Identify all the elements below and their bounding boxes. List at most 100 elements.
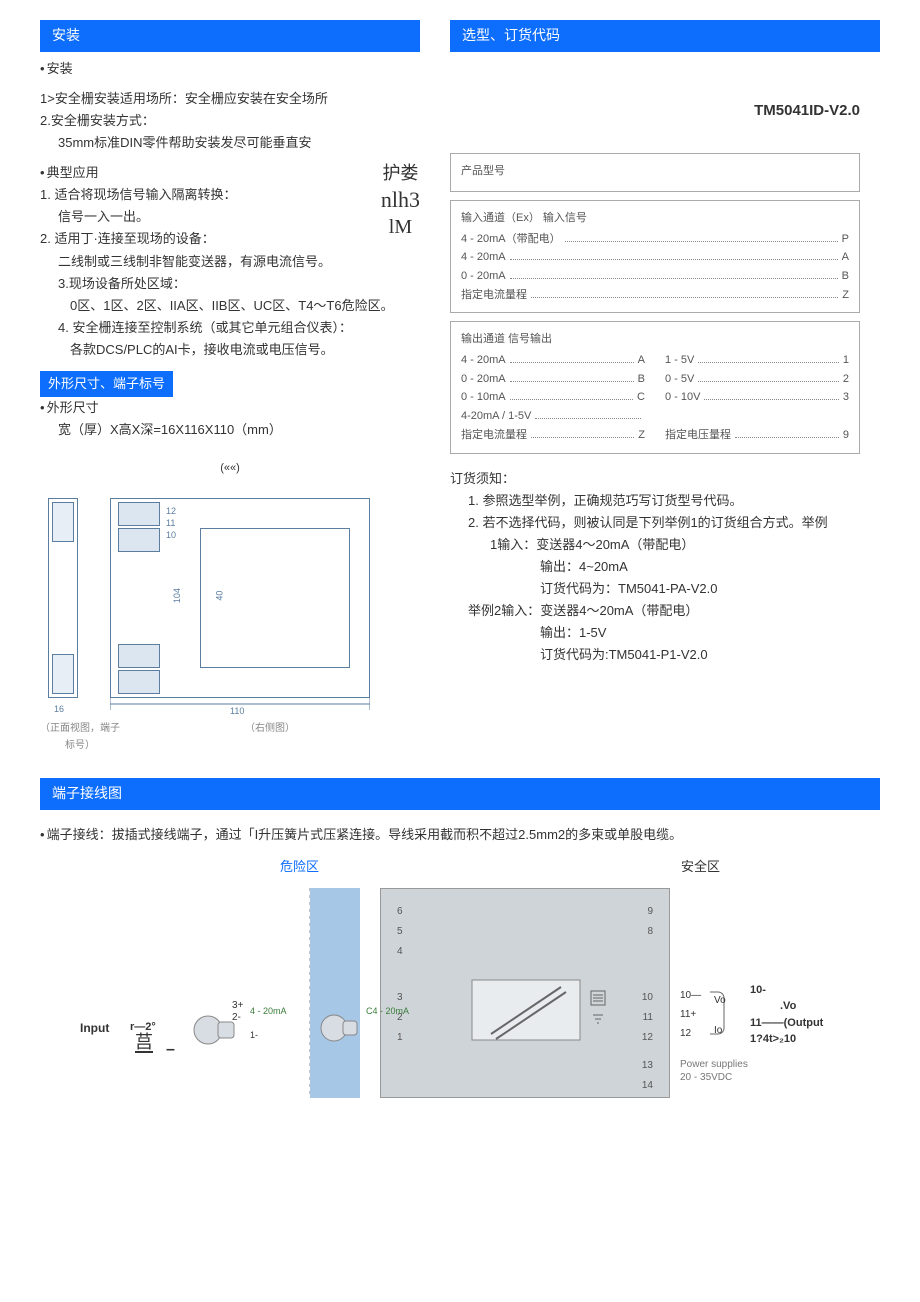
wiring-bullet: 端子接线：拔插式接线端子，通过「I升压簧片式压紧连接。导线采用截而积不超过2.5… xyxy=(40,827,682,842)
in-row-0-code: P xyxy=(842,230,849,249)
t14: 14 xyxy=(642,1077,653,1094)
out-l-2: 0 - 10mAC xyxy=(461,388,645,407)
stray-2: nlh3 xyxy=(381,186,420,215)
app3b: 0区、1区、2区、IIA区、IIB区、UC区、T4～T6危险区。 xyxy=(40,295,420,317)
t5: 5 xyxy=(397,923,403,940)
r11: 11——(Output xyxy=(750,1017,823,1029)
ex2a: 举例2输入：变送器4～20mA（带配电） xyxy=(450,600,880,622)
out-r-3 xyxy=(665,407,849,426)
ex1a: 1输入：变送器4～20mA（带配电） xyxy=(450,534,880,556)
wiring-figure: Input r—2° 莒 – 3+ 2- 4 - 20mA 1- 6 5 4 3… xyxy=(80,888,840,1118)
hazard-label: 危险区 xyxy=(280,856,319,878)
dim-bullet: 外形尺寸 xyxy=(40,400,99,415)
t4: 4 xyxy=(397,943,403,960)
out-r-0: 1 - 5V1 xyxy=(665,351,849,370)
out-r-4: 指定电压量程9 xyxy=(665,426,849,445)
app2: 2. 适用丁·连接至现场的设备： xyxy=(40,228,371,250)
order-header: 选型、订货代码 xyxy=(450,20,880,52)
app4: 4. 安全栅连接至控制系统（或其它单元组合仪表）： xyxy=(40,317,420,339)
transmitter-icon-2 xyxy=(318,1008,362,1048)
output-header: 输出通道 信号输出 xyxy=(461,330,849,349)
out-l-4-code: Z xyxy=(638,426,645,445)
notice-2: 2. 若不选择代码，则被认同是下列举例1的订货组合方式。举例 xyxy=(450,512,880,534)
t13: 13 xyxy=(642,1057,653,1074)
dim-line: 宽（厚）X高X深=16X116X110（mm） xyxy=(40,419,420,441)
stray-1: 护娄 xyxy=(381,162,420,185)
in-row-1-label: 4 - 20mA xyxy=(461,248,506,267)
out-l-4: 指定电流量程Z xyxy=(461,426,645,445)
out-r-2: 0 - 10V 3 xyxy=(665,388,849,407)
rt11: 11+ xyxy=(680,1009,696,1020)
in-row-3-code: Z xyxy=(842,286,849,305)
r12: 1?4t>₂10 xyxy=(750,1033,796,1045)
t8: 8 xyxy=(647,923,653,940)
in-row-1: 4 - 20mAA xyxy=(461,248,849,267)
in-row-2-label: 0 - 20mA xyxy=(461,267,506,286)
app1: 1. 适合将现场信号输入隔离转换： xyxy=(40,184,371,206)
dim-10: 10 xyxy=(166,528,176,543)
install-line1: 1>安全栅安装适用场所：安全栅应安装在安全场所 xyxy=(40,88,420,110)
output-symbol-icon xyxy=(587,989,609,1033)
install-line3: 35mm标准DIN零件帮助安装发尽可能垂直安 xyxy=(40,132,420,154)
out-l-2-label: 0 - 10mA xyxy=(461,388,506,407)
in-row-0-label: 4 - 20mA（带配电） xyxy=(461,230,561,249)
prod-label: 产品型号 xyxy=(461,162,849,181)
install-header: 安装 xyxy=(40,20,420,52)
out-r-2-code: 3 xyxy=(843,388,849,407)
r10: 10- xyxy=(750,984,766,996)
ex1c: 订货代码为：TM5041-PA-V2.0 xyxy=(450,578,880,600)
rt10: 10— xyxy=(680,990,701,1001)
out-l-0: 4 - 20mAA xyxy=(461,351,645,370)
dim-40: 40 xyxy=(212,591,227,601)
app1b: 信号一入一出。 xyxy=(40,206,371,228)
c420-label: C4 - 20mA xyxy=(366,1004,409,1019)
out-r-3-label xyxy=(665,407,668,426)
app-bullet: 典型应用 xyxy=(40,165,99,180)
pwrv-label: 20 - 35VDC xyxy=(680,1071,748,1084)
in-row-3: 指定电流量程 Z xyxy=(461,286,849,305)
out-r-2-label: 0 - 10V xyxy=(665,388,700,407)
out-l-3: 4-20mA / 1-5V xyxy=(461,407,645,426)
t1: 1 xyxy=(397,1029,403,1046)
out-l-1-code: B xyxy=(638,370,645,389)
out-l-1: 0 - 20mA B xyxy=(461,370,645,389)
out-l-0-label: 4 - 20mA xyxy=(461,351,506,370)
in-row-0: 4 - 20mA（带配电） P xyxy=(461,230,849,249)
t10: 10 xyxy=(642,989,653,1006)
out-r-4-label: 指定电压量程 xyxy=(665,426,731,445)
ying-label: 莒 xyxy=(135,1033,153,1053)
out-r-0-label: 1 - 5V xyxy=(665,351,694,370)
install-line2: 2.安全栅安装方式： xyxy=(40,110,420,132)
notice-1: 1. 参照选型举例，正确规范巧写订货型号代码。 xyxy=(450,490,880,512)
wiring-header: 端子接线图 xyxy=(40,778,880,810)
p1: 1- xyxy=(250,1028,258,1043)
p2: 2- xyxy=(232,1012,243,1024)
install-bullet: 安装 xyxy=(40,61,73,76)
module-box: 6 5 4 3 2 1 9 8 10 11 12 13 14 xyxy=(380,888,670,1098)
p420-a: 4 - 20mA xyxy=(250,1004,287,1019)
t12: 12 xyxy=(642,1029,653,1046)
dash-label: – xyxy=(166,1036,175,1063)
ex2b: 输出：1-5V xyxy=(450,622,880,644)
input-header: 输入通道（Ex） 输入信号 xyxy=(461,209,849,228)
out-l-1-label: 0 - 20mA xyxy=(461,370,506,389)
dim-mark: (««) xyxy=(40,459,420,478)
dim-104: 104 xyxy=(170,588,185,603)
app3: 3.现场设备所处区域： xyxy=(40,273,420,295)
in-row-2-code: B xyxy=(842,267,849,286)
dim-cap-right: （右侧图） xyxy=(120,720,420,754)
safe-label: 安全区 xyxy=(681,856,720,878)
ex1b: 输出：4~20mA xyxy=(450,556,880,578)
out-r-1-label: 0 - 5V xyxy=(665,370,694,389)
dim-cap-left: （正面视图，端子标号） xyxy=(40,720,120,754)
r10b: .Vo xyxy=(750,998,823,1015)
app4b: 各款DCS/PLC的AI卡，接收电流或电压信号。 xyxy=(40,339,420,361)
in-row-3-label: 指定电流量程 xyxy=(461,286,527,305)
t11: 11 xyxy=(643,1009,653,1026)
out-r-1: 0 - 5V2 xyxy=(665,370,849,389)
notice-title: 订货须知： xyxy=(450,468,880,490)
p3: 3+ xyxy=(232,1000,243,1012)
rt12: 12 xyxy=(680,1028,691,1039)
t9: 9 xyxy=(647,903,653,920)
ex2c: 订货代码为:TM5041-P1-V2.0 xyxy=(450,644,880,666)
